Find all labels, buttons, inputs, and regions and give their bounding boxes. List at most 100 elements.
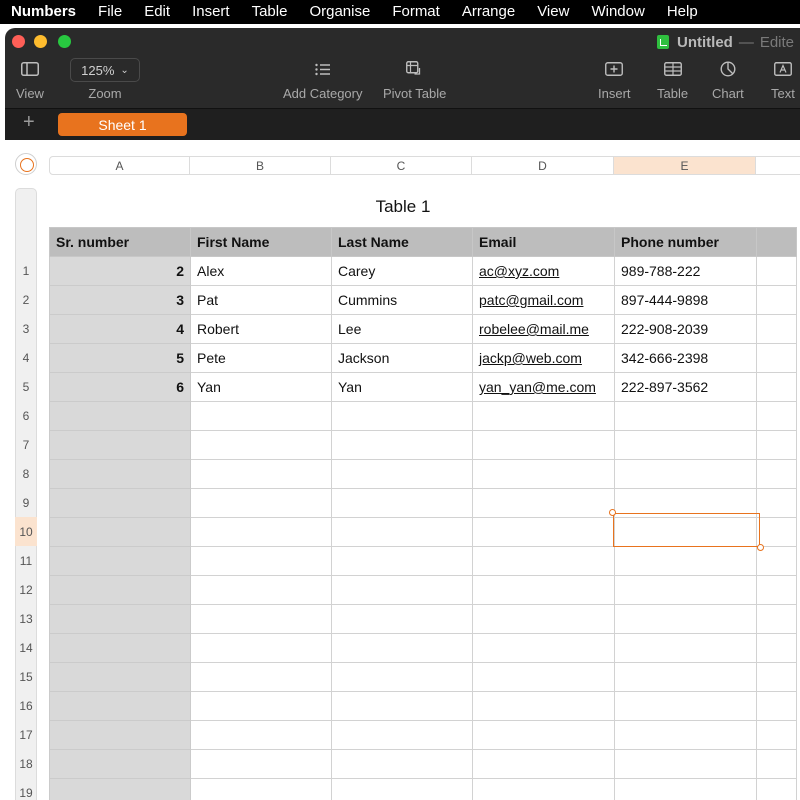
empty-cell[interactable] — [190, 459, 332, 489]
row-header-18[interactable]: 18 — [15, 749, 37, 778]
empty-cell[interactable] — [756, 749, 797, 779]
menu-table[interactable]: Table — [241, 0, 299, 24]
row-header-13[interactable]: 13 — [15, 604, 37, 633]
empty-cell[interactable] — [190, 575, 332, 605]
empty-cell[interactable] — [49, 778, 191, 800]
menu-insert[interactable]: Insert — [181, 0, 241, 24]
menu-organise[interactable]: Organise — [298, 0, 381, 24]
zoom-select[interactable]: 125% ⌄ — [70, 58, 140, 82]
insert-button[interactable]: Insert — [598, 58, 631, 101]
menu-view[interactable]: View — [526, 0, 580, 24]
empty-cell[interactable] — [614, 662, 757, 692]
menu-app-name[interactable]: Numbers — [0, 0, 87, 24]
empty-cell[interactable] — [756, 517, 797, 547]
empty-cell[interactable] — [331, 459, 473, 489]
row-header-1[interactable]: 1 — [15, 256, 37, 285]
row-header-7[interactable]: 7 — [15, 430, 37, 459]
empty-cell[interactable] — [756, 778, 797, 800]
empty-cell[interactable] — [472, 488, 615, 518]
empty-cell[interactable] — [190, 430, 332, 460]
empty-cell[interactable] — [331, 546, 473, 576]
empty-cell[interactable] — [472, 430, 615, 460]
cell-sr-number[interactable]: 5 — [49, 343, 191, 373]
row-header-14[interactable]: 14 — [15, 633, 37, 662]
minimize-window-button[interactable] — [34, 35, 47, 48]
sheet-canvas-area[interactable]: ABCDE 1234567891011121314151617181920 Ta… — [5, 140, 800, 800]
text-button[interactable]: Text — [771, 58, 795, 101]
header-cell-last-name[interactable]: Last Name — [331, 227, 473, 257]
menu-arrange[interactable]: Arrange — [451, 0, 526, 24]
pivot-table-button[interactable]: Pivot Table — [383, 58, 446, 101]
cell-last-name[interactable]: Cummins — [331, 285, 473, 315]
empty-cell[interactable] — [614, 778, 757, 800]
empty-cell[interactable] — [756, 633, 797, 663]
sheet-tab-active[interactable]: Sheet 1 — [58, 113, 187, 136]
empty-cell[interactable] — [472, 749, 615, 779]
cell-overflow[interactable] — [756, 372, 797, 402]
empty-cell[interactable] — [472, 720, 615, 750]
column-header-e[interactable]: E — [614, 156, 756, 175]
row-header-5[interactable]: 5 — [15, 372, 37, 401]
empty-cell[interactable] — [614, 430, 757, 460]
column-header-c[interactable]: C — [331, 156, 472, 175]
empty-cell[interactable] — [756, 604, 797, 634]
menu-edit[interactable]: Edit — [133, 0, 181, 24]
empty-cell[interactable] — [190, 662, 332, 692]
table-select-all-handle[interactable] — [15, 153, 37, 175]
empty-cell[interactable] — [472, 546, 615, 576]
row-header-9[interactable]: 9 — [15, 488, 37, 517]
empty-cell[interactable] — [331, 575, 473, 605]
cell-phone-number[interactable]: 222-908-2039 — [614, 314, 757, 344]
empty-cell[interactable] — [49, 691, 191, 721]
empty-cell[interactable] — [756, 430, 797, 460]
empty-cell[interactable] — [756, 662, 797, 692]
empty-cell[interactable] — [614, 604, 757, 634]
cell-phone-number[interactable]: 897-444-9898 — [614, 285, 757, 315]
empty-cell[interactable] — [190, 546, 332, 576]
empty-cell[interactable] — [49, 401, 191, 431]
empty-cell[interactable] — [331, 691, 473, 721]
header-cell-first-name[interactable]: First Name — [190, 227, 332, 257]
cell-email[interactable]: jackp@web.com — [472, 343, 615, 373]
chart-button[interactable]: Chart — [712, 58, 744, 101]
empty-cell[interactable] — [190, 720, 332, 750]
table-button[interactable]: Table — [657, 58, 688, 101]
empty-cell[interactable] — [190, 604, 332, 634]
empty-cell[interactable] — [756, 459, 797, 489]
row-header-16[interactable]: 16 — [15, 691, 37, 720]
empty-cell[interactable] — [472, 633, 615, 663]
empty-cell[interactable] — [331, 430, 473, 460]
cell-email[interactable]: patc@gmail.com — [472, 285, 615, 315]
cell-sr-number[interactable]: 2 — [49, 256, 191, 286]
cell-phone-number[interactable]: 342-666-2398 — [614, 343, 757, 373]
cell-first-name[interactable]: Alex — [190, 256, 332, 286]
empty-cell[interactable] — [331, 401, 473, 431]
empty-cell[interactable] — [614, 488, 757, 518]
cell-phone-number[interactable]: 989-788-222 — [614, 256, 757, 286]
empty-cell[interactable] — [756, 691, 797, 721]
row-header-15[interactable]: 15 — [15, 662, 37, 691]
empty-cell[interactable] — [331, 778, 473, 800]
cell-sr-number[interactable]: 4 — [49, 314, 191, 344]
empty-cell[interactable] — [472, 575, 615, 605]
empty-cell[interactable] — [49, 749, 191, 779]
empty-cell[interactable] — [756, 401, 797, 431]
empty-cell[interactable] — [614, 720, 757, 750]
empty-cell[interactable] — [49, 662, 191, 692]
empty-cell[interactable] — [331, 488, 473, 518]
empty-cell[interactable] — [614, 633, 757, 663]
empty-cell[interactable] — [49, 517, 191, 547]
empty-cell[interactable] — [614, 517, 757, 547]
empty-cell[interactable] — [756, 488, 797, 518]
cell-email[interactable]: yan_yan@me.com — [472, 372, 615, 402]
header-cell-phone-number[interactable]: Phone number — [614, 227, 757, 257]
empty-cell[interactable] — [190, 633, 332, 663]
empty-cell[interactable] — [49, 633, 191, 663]
table-title[interactable]: Table 1 — [49, 197, 757, 217]
menu-file[interactable]: File — [87, 0, 133, 24]
row-header-6[interactable]: 6 — [15, 401, 37, 430]
empty-cell[interactable] — [331, 749, 473, 779]
menu-format[interactable]: Format — [381, 0, 451, 24]
cell-sr-number[interactable]: 6 — [49, 372, 191, 402]
document-title[interactable]: Untitled — Edite — [657, 32, 794, 52]
